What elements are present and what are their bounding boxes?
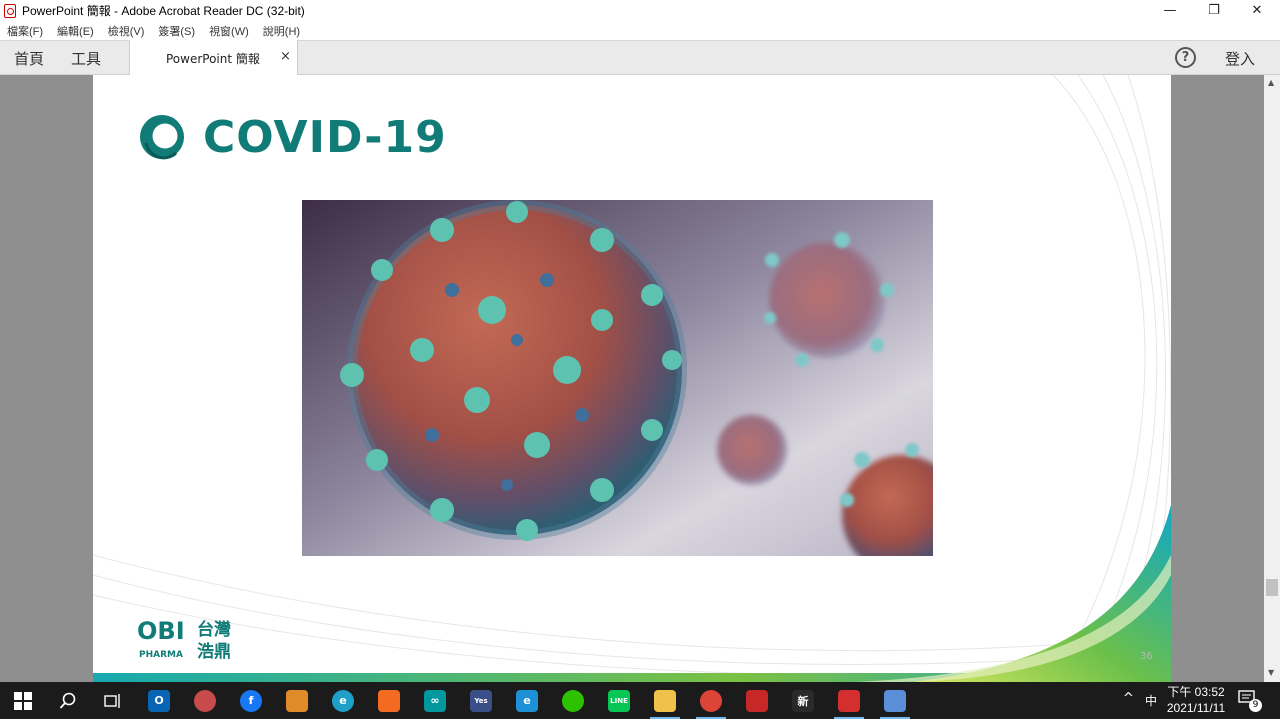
tray-overflow-caret-icon[interactable]: ^ [1123, 691, 1134, 706]
sign-in-button[interactable]: 登入 [1225, 48, 1255, 69]
app-color-circles[interactable] [274, 682, 320, 719]
menu-window[interactable]: 視窗(W) [209, 23, 249, 39]
clock-date: 2021/11/11 [1166, 701, 1226, 715]
vertical-scrollbar[interactable]: ▲ ▼ [1264, 75, 1280, 682]
app-paint[interactable] [872, 682, 918, 719]
tab-bar: 首頁 工具 PowerPoint 簡報 × ? 登入 [0, 40, 1280, 75]
document-viewport[interactable]: COVID-19 OBI PHARMA 台灣 浩鼎 36 [0, 75, 1264, 682]
minimize-button[interactable]: — [1148, 0, 1192, 21]
search-icon [59, 692, 76, 709]
chrome-app[interactable] [688, 682, 734, 719]
app-red[interactable] [734, 682, 780, 719]
obi-pharma-logo: OBI PHARMA 台灣 浩鼎 [137, 617, 231, 661]
paint-icon [884, 689, 906, 712]
help-icon[interactable]: ? [1175, 47, 1196, 68]
chrome-icon [700, 689, 722, 712]
pdf-page: COVID-19 OBI PHARMA 台灣 浩鼎 36 [93, 75, 1171, 682]
internet-explorer-icon: e [516, 689, 538, 712]
close-tab-icon[interactable]: × [280, 49, 291, 64]
start-button[interactable] [0, 682, 46, 719]
orange-app-icon [378, 689, 400, 712]
acrobat-icon [838, 689, 860, 712]
logo-zh-line2: 浩鼎 [197, 641, 231, 661]
ie-app[interactable]: e [504, 682, 550, 719]
app-bird[interactable] [182, 682, 228, 719]
wechat-icon [562, 689, 584, 712]
color-circles-icon [286, 689, 308, 712]
window-title: PowerPoint 簡報 - Adobe Acrobat Reader DC … [22, 4, 305, 18]
tab-document-label: PowerPoint 簡報 [166, 52, 260, 66]
ime-indicator[interactable]: 中 [1145, 692, 1157, 709]
menu-edit[interactable]: 編輯(E) [57, 23, 94, 39]
slide-title: COVID-19 [203, 112, 447, 163]
app-news[interactable]: 新 [780, 682, 826, 719]
menu-view[interactable]: 檢視(V) [108, 23, 145, 39]
system-clock[interactable]: 下午 03:52 2021/11/11 [1160, 684, 1232, 716]
windows-logo-icon [14, 691, 32, 710]
outlook-app[interactable]: O [136, 682, 182, 719]
clock-time: 下午 03:52 [1167, 685, 1225, 699]
task-view-button[interactable] [90, 682, 136, 719]
menu-bar: 檔案(F) 編輯(E) 檢視(V) 簽署(S) 視窗(W) 說明(H) [0, 21, 1280, 40]
edge-app[interactable]: e [320, 682, 366, 719]
folder-icon [654, 689, 676, 712]
wechat-app[interactable] [550, 682, 596, 719]
menu-help[interactable]: 說明(H) [263, 23, 300, 39]
facebook-icon: f [240, 689, 262, 712]
notification-count-badge: 9 [1249, 699, 1262, 712]
app-orange[interactable] [366, 682, 412, 719]
arduino-app[interactable]: ∞ [412, 682, 458, 719]
logo-obi-text: OBI [137, 617, 185, 645]
line-app[interactable]: LINE [596, 682, 642, 719]
close-window-button[interactable]: ✕ [1235, 0, 1279, 21]
logo-zh-line1: 台灣 [197, 619, 231, 640]
news-app-icon: 新 [792, 689, 814, 712]
red-app-icon [746, 689, 768, 712]
restore-button[interactable]: ❐ [1192, 0, 1236, 21]
scroll-down-arrow-icon[interactable]: ▼ [1268, 668, 1274, 677]
yes-icon: Yes [470, 689, 492, 712]
covid-logo-ring-icon [140, 115, 184, 160]
acrobat-app[interactable] [826, 682, 872, 719]
taskbar: Of e ∞ Yes e LINE 新 ^ 中 下午 03:52 2021/11/11 9 [0, 682, 1280, 719]
task-view-icon [104, 693, 120, 708]
explorer-app[interactable] [642, 682, 688, 719]
scrollbar-thumb[interactable] [1266, 579, 1278, 596]
outlook-icon: O [148, 689, 170, 712]
notification-center-button[interactable]: 9 [1238, 690, 1262, 712]
menu-sign[interactable]: 簽署(S) [158, 23, 195, 39]
bird-icon [194, 689, 216, 712]
scroll-up-arrow-icon[interactable]: ▲ [1268, 78, 1274, 87]
tab-tools[interactable]: 工具 [71, 48, 101, 69]
tab-home[interactable]: 首頁 [14, 48, 44, 69]
menu-file[interactable]: 檔案(F) [7, 23, 43, 39]
title-bar: PowerPoint 簡報 - Adobe Acrobat Reader DC … [0, 0, 1280, 21]
slide-page-number: 36 [1140, 651, 1153, 662]
coronavirus-image [302, 200, 933, 556]
edge-icon: e [332, 689, 354, 712]
logo-pharma-text: PHARMA [139, 650, 183, 660]
arduino-icon: ∞ [424, 689, 446, 712]
line-icon: LINE [608, 689, 630, 712]
acrobat-app-icon [4, 3, 16, 18]
search-button[interactable] [45, 682, 91, 719]
facebook-app[interactable]: f [228, 682, 274, 719]
tab-document[interactable]: PowerPoint 簡報 × [129, 40, 298, 75]
app-yes[interactable]: Yes [458, 682, 504, 719]
